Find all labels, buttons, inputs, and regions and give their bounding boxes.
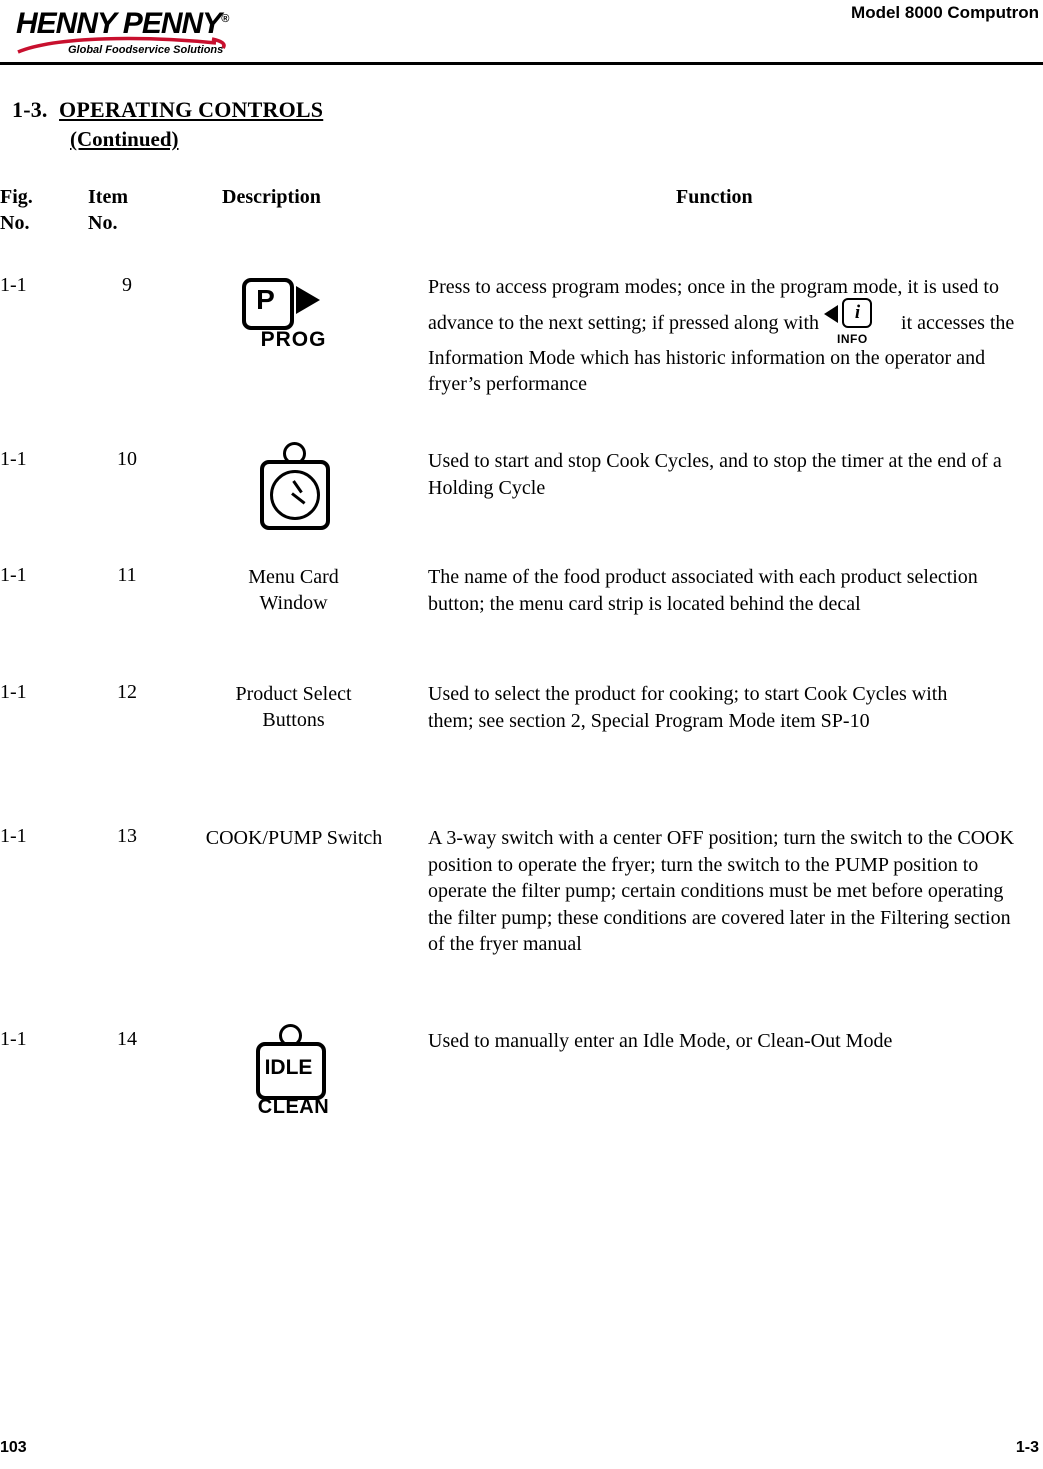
row-item-no: 10 (117, 448, 137, 470)
logo-tagline: Global Foodservice Solutions (68, 44, 224, 56)
column-header-function: Function (676, 186, 753, 208)
arrow-right-icon (295, 286, 320, 314)
idle-key-label: IDLE (264, 1056, 313, 1079)
section-continued: (Continued) (70, 127, 179, 151)
row-description: Product Select Buttons (235, 683, 352, 731)
section-heading: 1-3. OPERATING CONTROLS (12, 97, 323, 123)
row-fig-no: 1-1 (0, 448, 27, 470)
prog-key-letter: P (256, 284, 275, 315)
page-header: HENNY PENNY® Global Foodservice Solution… (0, 0, 1043, 70)
column-header-item-no: No. (88, 212, 118, 234)
column-header-description: Description (222, 186, 321, 208)
row-item-no: 11 (117, 564, 137, 586)
arrow-left-icon (824, 304, 839, 323)
footer-page-right: 1-3 (1015, 1439, 1039, 1456)
row-description-icon: P PROG (166, 276, 421, 354)
section-number: 1-3. (12, 97, 48, 122)
row-fig-no: 1-1 (0, 681, 27, 703)
footer-page-left: 103 (0, 1439, 27, 1456)
column-header-item: Item (88, 186, 128, 208)
cook-cycle-timer-icon (257, 442, 331, 530)
row-function-text: Used to start and stop Cook Cycles, and … (428, 450, 1002, 499)
row-function-text: Used to select the product for cooking; … (428, 683, 948, 732)
row-description-icon (166, 442, 421, 530)
row-item-no: 14 (117, 1028, 137, 1050)
prog-key-label: PROG (260, 328, 327, 351)
document-page: HENNY PENNY® Global Foodservice Solution… (0, 0, 1043, 1469)
idle-clean-key-icon: IDLE CLEAN (239, 1024, 349, 1124)
info-key-label: INFO (837, 331, 868, 346)
column-header-fig: Fig. (0, 186, 33, 208)
row-item-no: 13 (117, 825, 137, 847)
registered-trademark-icon: ® (221, 13, 229, 25)
column-header-fig-no: No. (0, 212, 30, 234)
prog-key-icon: P PROG (234, 276, 354, 354)
row-item-no: 12 (117, 681, 137, 703)
row-fig-no: 1-1 (0, 274, 27, 296)
section-title: OPERATING CONTROLS (59, 97, 324, 122)
info-key-letter: i (854, 301, 861, 323)
row-function-text: Used to manually enter an Idle Mode, or … (428, 1030, 893, 1052)
row-description-icon: IDLE CLEAN (166, 1024, 421, 1124)
header-divider (0, 62, 1043, 65)
row-function-text: The name of the food product associated … (428, 566, 978, 615)
row-description: Menu Card Window (248, 566, 339, 614)
row-fig-no: 1-1 (0, 825, 27, 847)
row-function-text: Press to access program modes; once in t… (428, 274, 1028, 398)
info-key-icon: i INFO (824, 297, 896, 346)
clean-key-label: CLEAN (257, 1096, 330, 1118)
model-title: Model 8000 Computron (851, 3, 1039, 22)
row-fig-no: 1-1 (0, 564, 27, 586)
row-function-text: A 3-way switch with a center OFF positio… (428, 827, 1015, 955)
row-description: COOK/PUMP Switch (205, 827, 383, 849)
henny-penny-logo: HENNY PENNY® Global Foodservice Solution… (16, 4, 231, 60)
row-item-no: 9 (122, 274, 132, 296)
row-fig-no: 1-1 (0, 1028, 27, 1050)
